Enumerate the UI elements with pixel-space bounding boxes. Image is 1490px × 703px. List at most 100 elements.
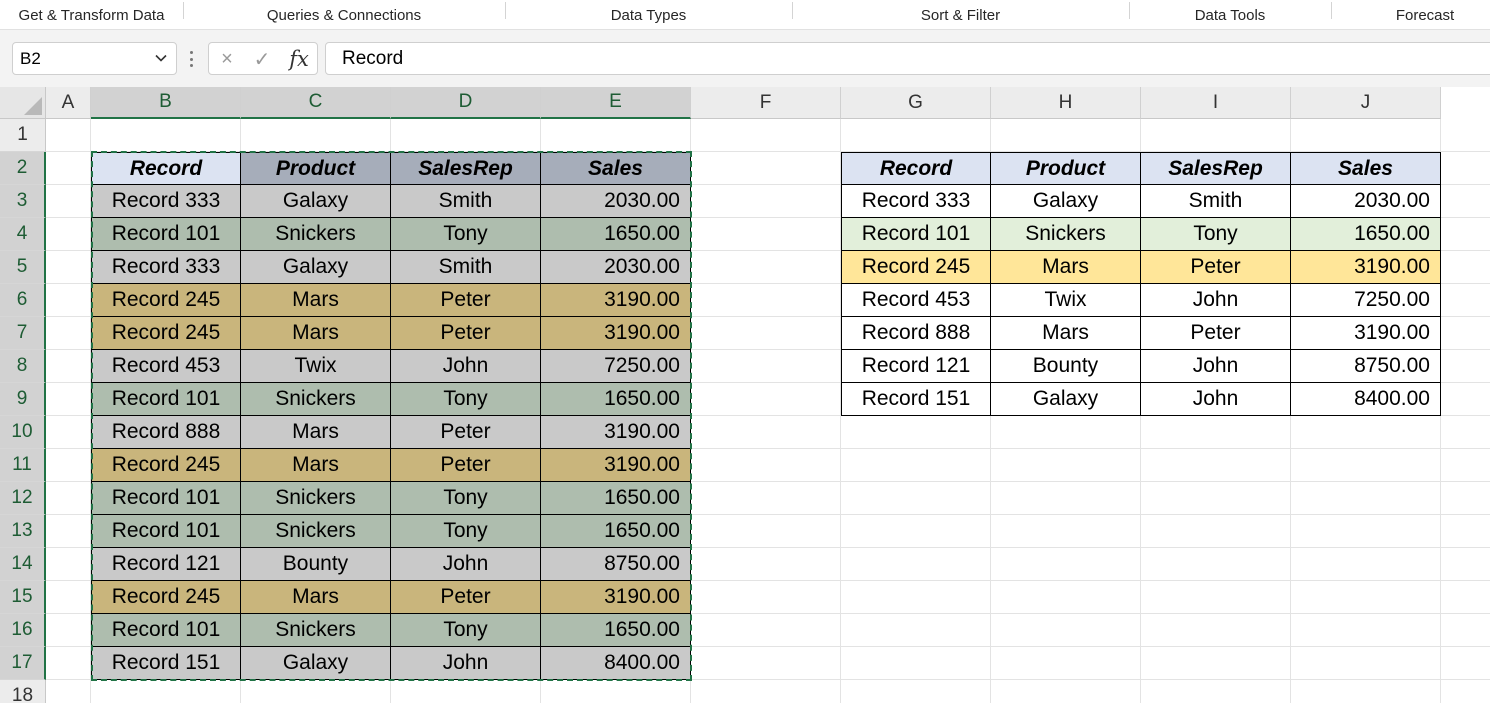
source-table-cell[interactable]: Peter [391,449,541,482]
source-table-cell[interactable]: Snickers [241,515,391,548]
source-table-cell[interactable]: 1650.00 [541,383,691,416]
source-table-cell[interactable]: 8750.00 [541,548,691,581]
row-header-5[interactable]: 5 [0,251,46,284]
column-header-j[interactable]: J [1291,87,1441,119]
source-table-cell[interactable]: Record 101 [91,218,241,251]
cancel-icon[interactable]: × [215,48,239,70]
source-table-cell[interactable]: Record 101 [91,614,241,647]
result-table-cell[interactable]: Record 245 [841,251,991,284]
source-table-cell[interactable]: 3190.00 [541,416,691,449]
column-header-g[interactable]: G [841,87,991,119]
result-table-cell[interactable]: Smith [1141,185,1291,218]
result-table-header-cell[interactable]: SalesRep [1141,152,1291,185]
result-table-cell[interactable]: John [1141,350,1291,383]
row-header-14[interactable]: 14 [0,548,46,581]
source-table-cell[interactable]: Galaxy [241,647,391,680]
source-table-cell[interactable]: Tony [391,383,541,416]
source-table-cell[interactable]: 3190.00 [541,449,691,482]
result-table-cell[interactable]: Record 888 [841,317,991,350]
source-table-cell[interactable]: Record 245 [91,284,241,317]
column-header-b[interactable]: B [91,87,241,119]
source-table-cell[interactable]: Mars [241,449,391,482]
formula-input[interactable]: Record [325,42,1490,75]
source-table-cell[interactable]: Mars [241,416,391,449]
source-table-cell[interactable]: 8400.00 [541,647,691,680]
source-table-cell[interactable]: John [391,548,541,581]
result-table-cell[interactable]: John [1141,383,1291,416]
source-table-header-cell[interactable]: Sales [541,152,691,185]
source-table-cell[interactable]: 3190.00 [541,317,691,350]
source-table-cell[interactable]: 3190.00 [541,581,691,614]
result-table-cell[interactable]: Bounty [991,350,1141,383]
source-table-cell[interactable]: Record 333 [91,185,241,218]
ribbon-group-get-transform-data[interactable]: Get & Transform Data [0,0,183,30]
column-header-f[interactable]: F [691,87,841,119]
source-table-cell[interactable]: Peter [391,416,541,449]
drag-handle-icon[interactable] [189,51,193,67]
result-table-cell[interactable]: 3190.00 [1291,317,1441,350]
source-table-cell[interactable]: Mars [241,317,391,350]
source-table-cell[interactable]: Tony [391,218,541,251]
source-table-cell[interactable]: Tony [391,515,541,548]
result-table-cell[interactable]: Mars [991,317,1141,350]
row-header-2[interactable]: 2 [0,152,46,185]
source-table-cell[interactable]: Record 453 [91,350,241,383]
result-table-cell[interactable]: Twix [991,284,1141,317]
result-table-cell[interactable]: Galaxy [991,383,1141,416]
ribbon-group-forecast[interactable]: Forecast [1331,0,1490,30]
result-table-cell[interactable]: 8750.00 [1291,350,1441,383]
row-header-18[interactable]: 18 [0,680,46,703]
source-table-header-cell[interactable]: Record [91,152,241,185]
source-table-cell[interactable]: Record 151 [91,647,241,680]
ribbon-group-data-types[interactable]: Data Types [505,0,792,30]
result-table-cell[interactable]: Snickers [991,218,1141,251]
source-table-cell[interactable]: 1650.00 [541,515,691,548]
source-table-cell[interactable]: Record 101 [91,515,241,548]
source-table-cell[interactable]: John [391,350,541,383]
column-header-i[interactable]: I [1141,87,1291,119]
source-table-header-cell[interactable]: SalesRep [391,152,541,185]
source-table-cell[interactable]: 1650.00 [541,482,691,515]
row-header-6[interactable]: 6 [0,284,46,317]
row-header-13[interactable]: 13 [0,515,46,548]
row-header-12[interactable]: 12 [0,482,46,515]
result-table-cell[interactable]: Record 101 [841,218,991,251]
column-header-h[interactable]: H [991,87,1141,119]
result-table-cell[interactable]: Record 151 [841,383,991,416]
source-table-cell[interactable]: Snickers [241,383,391,416]
row-header-1[interactable]: 1 [0,119,46,152]
row-header-8[interactable]: 8 [0,350,46,383]
ribbon-group-queries-connections[interactable]: Queries & Connections [183,0,505,30]
source-table-cell[interactable]: 7250.00 [541,350,691,383]
row-header-15[interactable]: 15 [0,581,46,614]
source-table-cell[interactable]: 3190.00 [541,284,691,317]
result-table-cell[interactable]: Peter [1141,317,1291,350]
row-header-3[interactable]: 3 [0,185,46,218]
row-header-4[interactable]: 4 [0,218,46,251]
source-table-cell[interactable]: Record 101 [91,383,241,416]
source-table-cell[interactable]: Galaxy [241,185,391,218]
source-table-cell[interactable]: Snickers [241,614,391,647]
source-table-cell[interactable]: 2030.00 [541,251,691,284]
source-table-cell[interactable]: John [391,647,541,680]
enter-icon[interactable]: ✓ [249,48,275,71]
column-header-a[interactable]: A [46,87,91,119]
result-table-cell[interactable]: 1650.00 [1291,218,1441,251]
source-table-cell[interactable]: Record 121 [91,548,241,581]
source-table-cell[interactable]: Record 245 [91,449,241,482]
ribbon-group-data-tools[interactable]: Data Tools [1129,0,1331,30]
source-table-cell[interactable]: Smith [391,251,541,284]
insert-function-icon[interactable]: fx [285,47,313,71]
result-table-cell[interactable]: 7250.00 [1291,284,1441,317]
ribbon-group-sort-filter[interactable]: Sort & Filter [792,0,1129,30]
result-table-cell[interactable]: Mars [991,251,1141,284]
source-table-cell[interactable]: Mars [241,581,391,614]
row-header-7[interactable]: 7 [0,317,46,350]
source-table-cell[interactable]: Mars [241,284,391,317]
row-header-9[interactable]: 9 [0,383,46,416]
source-table-cell[interactable]: Record 245 [91,581,241,614]
source-table-cell[interactable]: Peter [391,581,541,614]
source-table-cell[interactable]: Record 333 [91,251,241,284]
row-header-11[interactable]: 11 [0,449,46,482]
result-table-header-cell[interactable]: Sales [1291,152,1441,185]
